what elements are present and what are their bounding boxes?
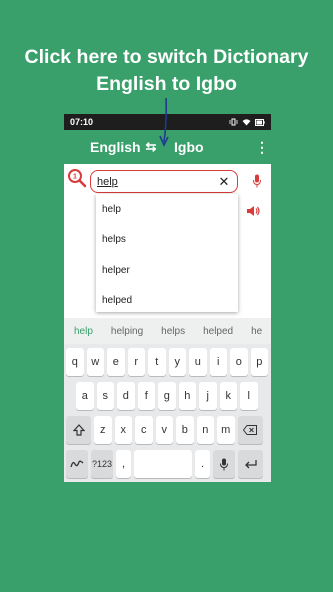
mic-icon bbox=[220, 458, 228, 470]
wifi-icon bbox=[242, 119, 251, 126]
key-p[interactable]: p bbox=[250, 348, 268, 376]
emoji-key[interactable] bbox=[66, 450, 88, 478]
keyboard-row-1: q w e r t y u i o p bbox=[64, 348, 271, 376]
shift-icon bbox=[72, 424, 85, 436]
mic-icon[interactable] bbox=[252, 174, 262, 188]
suggestion-item[interactable]: helped bbox=[96, 286, 238, 313]
battery-icon bbox=[255, 118, 265, 126]
symbols-key[interactable]: ?123 bbox=[91, 450, 113, 478]
key-m[interactable]: m bbox=[217, 416, 235, 444]
key-n[interactable]: n bbox=[196, 416, 214, 444]
keyboard-suggestion[interactable]: helping bbox=[111, 326, 143, 337]
phone-screen: 07:10 English ⇆ Igbo ⋮ 1 ✕ bbox=[64, 114, 271, 482]
key-z[interactable]: z bbox=[94, 416, 112, 444]
speaker-icon[interactable] bbox=[246, 204, 260, 218]
keyboard-suggestion-strip: help helping helps helped he bbox=[64, 318, 271, 344]
key-b[interactable]: b bbox=[176, 416, 194, 444]
key-c[interactable]: c bbox=[135, 416, 153, 444]
enter-icon bbox=[244, 460, 257, 469]
suggestions-dropdown: help helps helper helped bbox=[96, 194, 238, 312]
key-u[interactable]: u bbox=[189, 348, 207, 376]
key-x[interactable]: x bbox=[114, 416, 132, 444]
key-d[interactable]: d bbox=[117, 382, 135, 410]
enter-key[interactable] bbox=[238, 450, 263, 478]
target-language-label[interactable]: Igbo bbox=[174, 139, 255, 155]
pointer-arrow-icon bbox=[159, 97, 169, 147]
voice-input-key[interactable] bbox=[213, 450, 235, 478]
keyboard-row-4: ?123 , . bbox=[64, 450, 271, 478]
key-h[interactable]: h bbox=[178, 382, 196, 410]
more-vert-icon[interactable]: ⋮ bbox=[255, 139, 269, 156]
source-language-label[interactable]: English bbox=[70, 139, 141, 155]
keyboard-suggestion[interactable]: helps bbox=[161, 326, 185, 337]
suggestion-item[interactable]: helps bbox=[96, 225, 238, 256]
key-q[interactable]: q bbox=[66, 348, 84, 376]
key-v[interactable]: v bbox=[155, 416, 173, 444]
keyboard-suggestion[interactable]: help bbox=[74, 326, 93, 337]
key-s[interactable]: s bbox=[96, 382, 114, 410]
keyboard-suggestion[interactable]: helped bbox=[203, 326, 233, 337]
space-key[interactable] bbox=[134, 450, 192, 478]
key-r[interactable]: r bbox=[127, 348, 145, 376]
backspace-icon bbox=[243, 425, 257, 435]
gesture-icon bbox=[70, 460, 84, 468]
suggestion-item[interactable]: helper bbox=[96, 255, 238, 286]
main-content: 1 ✕ help helps helper helped bbox=[64, 164, 271, 318]
keyboard-suggestion[interactable]: he bbox=[251, 326, 262, 337]
on-screen-keyboard: help helping helps helped he q w e r t y… bbox=[64, 318, 271, 482]
key-y[interactable]: y bbox=[168, 348, 186, 376]
search-input[interactable] bbox=[97, 175, 217, 188]
keyboard-row-2: a s d f g h j k l bbox=[64, 382, 271, 410]
suggestion-item[interactable]: help bbox=[96, 194, 238, 225]
key-t[interactable]: t bbox=[148, 348, 166, 376]
search-step-icon: 1 bbox=[68, 169, 87, 188]
key-o[interactable]: o bbox=[230, 348, 248, 376]
close-icon[interactable]: ✕ bbox=[217, 174, 231, 190]
keyboard-row-3: z x c v b n m bbox=[64, 416, 271, 444]
key-w[interactable]: w bbox=[86, 348, 104, 376]
key-i[interactable]: i bbox=[209, 348, 227, 376]
key-e[interactable]: e bbox=[107, 348, 125, 376]
vibrate-icon bbox=[229, 118, 238, 126]
search-box: ✕ bbox=[90, 170, 238, 193]
shift-key[interactable] bbox=[66, 416, 91, 444]
key-l[interactable]: l bbox=[240, 382, 258, 410]
promo-caption: Click here to switch Dictionary English … bbox=[0, 44, 333, 98]
period-key[interactable]: . bbox=[195, 450, 210, 478]
comma-key[interactable]: , bbox=[116, 450, 131, 478]
promo-line-2: English to Igbo bbox=[96, 73, 237, 95]
key-j[interactable]: j bbox=[199, 382, 217, 410]
key-a[interactable]: a bbox=[76, 382, 94, 410]
key-k[interactable]: k bbox=[219, 382, 237, 410]
key-g[interactable]: g bbox=[158, 382, 176, 410]
promo-line-1: Click here to switch Dictionary bbox=[24, 46, 309, 68]
step-number: 1 bbox=[73, 174, 77, 181]
backspace-key[interactable] bbox=[237, 416, 263, 444]
key-f[interactable]: f bbox=[137, 382, 155, 410]
